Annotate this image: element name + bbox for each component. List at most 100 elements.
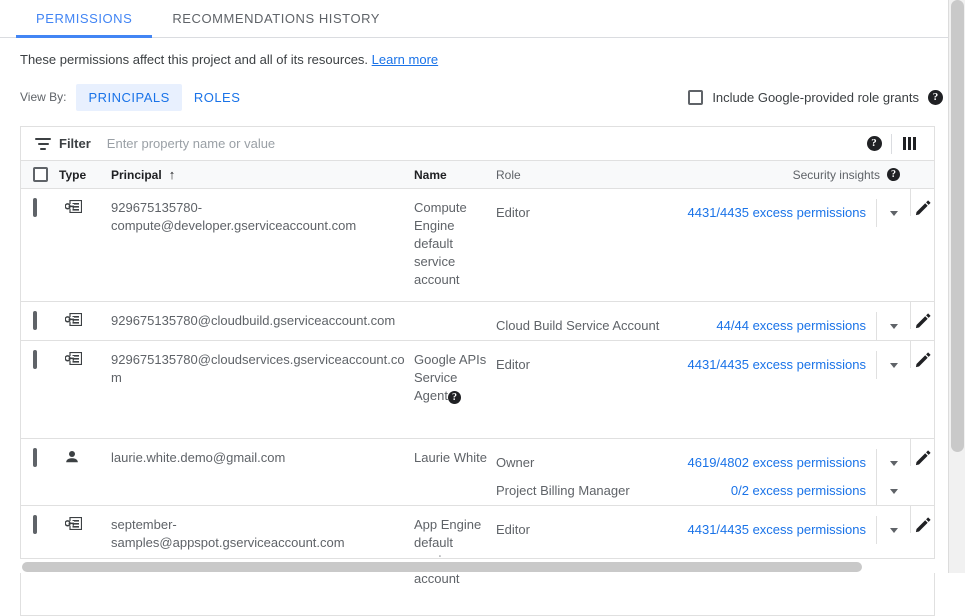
help-icon[interactable]: ? bbox=[448, 391, 461, 404]
learn-more-link[interactable]: Learn more bbox=[372, 52, 438, 67]
vertical-scrollbar[interactable] bbox=[948, 0, 965, 573]
insight-dropdown-button[interactable] bbox=[876, 516, 910, 544]
table-row[interactable]: 929675135780@cloudservices.gserviceaccou… bbox=[21, 341, 934, 439]
insight-dropdown-button[interactable] bbox=[876, 449, 910, 477]
row-select-checkbox[interactable] bbox=[33, 515, 37, 534]
edit-button[interactable] bbox=[910, 506, 934, 533]
row-principal-cell: 929675135780-compute@developer.gservicea… bbox=[111, 189, 414, 245]
select-all-checkbox[interactable] bbox=[33, 167, 48, 182]
edit-button[interactable] bbox=[910, 341, 934, 368]
row-select-cell bbox=[21, 506, 59, 544]
horizontal-scrollbar[interactable] bbox=[20, 559, 948, 573]
filter-label: Filter bbox=[59, 136, 91, 151]
column-header-name-label: Name bbox=[414, 168, 447, 182]
row-actions-cell bbox=[910, 439, 934, 466]
excess-permissions-link[interactable]: 4431/4435 excess permissions bbox=[688, 204, 867, 222]
edit-button[interactable] bbox=[910, 189, 934, 216]
table-row[interactable]: laurie.white.demo@gmail.comLaurie WhiteO… bbox=[21, 439, 934, 506]
edit-pencil-icon[interactable] bbox=[915, 450, 931, 466]
help-icon[interactable]: ? bbox=[887, 168, 900, 181]
row-actions-cell bbox=[910, 341, 934, 368]
row-security-insights-cell: 44/44 excess permissions bbox=[678, 302, 910, 340]
insight-dropdown-button[interactable] bbox=[876, 351, 910, 379]
service-account-key-icon bbox=[65, 517, 82, 530]
filter-bar: Filter ? bbox=[21, 127, 934, 161]
table-header-row: Type Principal ↑ Name Role Security insi… bbox=[21, 161, 934, 189]
role-entry: Cloud Build Service Account bbox=[496, 312, 678, 340]
row-security-insights-cell: 4619/4802 excess permissions 0/2 excess p… bbox=[678, 439, 910, 505]
table-row[interactable]: 929675135780-compute@developer.gservicea… bbox=[21, 189, 934, 302]
chevron-down-icon bbox=[890, 489, 898, 494]
row-name-cell: Laurie White bbox=[414, 439, 496, 477]
tab-permissions-label: PERMISSIONS bbox=[36, 11, 132, 26]
role-label: Project Billing Manager bbox=[496, 482, 630, 500]
row-name-cell: Google APIs Service Agent? bbox=[414, 341, 496, 415]
help-icon[interactable]: ? bbox=[928, 90, 943, 105]
view-by-label: View By: bbox=[20, 90, 66, 104]
person-icon bbox=[65, 450, 79, 464]
role-entry: Editor bbox=[496, 199, 678, 227]
row-role-cell: Editor bbox=[496, 189, 678, 227]
view-by-roles[interactable]: ROLES bbox=[182, 84, 253, 111]
row-select-checkbox[interactable] bbox=[33, 448, 37, 467]
vertical-scrollbar-thumb[interactable] bbox=[951, 0, 964, 452]
column-header-type-label: Type bbox=[59, 168, 86, 182]
column-header-security-insights[interactable]: Security insights ? bbox=[678, 168, 910, 182]
chevron-down-icon bbox=[890, 461, 898, 466]
row-security-insights-cell: 4431/4435 excess permissions bbox=[678, 506, 910, 544]
edit-button[interactable] bbox=[910, 439, 934, 466]
edit-pencil-icon[interactable] bbox=[915, 517, 931, 533]
row-select-cell bbox=[21, 189, 59, 227]
security-insight-entry: 0/2 excess permissions bbox=[678, 477, 910, 505]
filter-input[interactable] bbox=[105, 135, 857, 152]
insight-dropdown-button[interactable] bbox=[876, 477, 910, 505]
row-select-cell bbox=[21, 302, 59, 340]
row-security-insights-cell: 4431/4435 excess permissions bbox=[678, 189, 910, 227]
column-header-role-label: Role bbox=[496, 168, 521, 182]
filter-help-button[interactable]: ? bbox=[857, 127, 891, 161]
include-google-grants-label: Include Google-provided role grants bbox=[712, 90, 919, 105]
insight-dropdown-button[interactable] bbox=[876, 312, 910, 340]
row-select-checkbox[interactable] bbox=[33, 198, 37, 217]
columns-icon bbox=[903, 137, 916, 150]
help-icon: ? bbox=[867, 136, 882, 151]
edit-pencil-icon[interactable] bbox=[915, 352, 931, 368]
row-type-cell bbox=[59, 506, 111, 540]
edit-button[interactable] bbox=[910, 302, 934, 329]
row-select-checkbox[interactable] bbox=[33, 350, 37, 369]
excess-permissions-link[interactable]: 44/44 excess permissions bbox=[716, 317, 866, 335]
include-google-grants-checkbox[interactable] bbox=[688, 90, 703, 105]
excess-permissions-link[interactable]: 4619/4802 excess permissions bbox=[688, 454, 867, 472]
column-header-role[interactable]: Role bbox=[496, 168, 678, 182]
sort-ascending-icon: ↑ bbox=[169, 168, 176, 181]
role-entry: Owner bbox=[496, 449, 678, 477]
insight-dropdown-button[interactable] bbox=[876, 199, 910, 227]
role-label: Editor bbox=[496, 356, 530, 374]
chevron-down-icon bbox=[890, 324, 898, 329]
row-select-checkbox[interactable] bbox=[33, 311, 37, 330]
edit-pencil-icon[interactable] bbox=[915, 313, 931, 329]
filter-icon[interactable] bbox=[35, 138, 51, 150]
row-principal-cell: 929675135780@cloudservices.gserviceaccou… bbox=[111, 341, 414, 397]
excess-permissions-link[interactable]: 4431/4435 excess permissions bbox=[688, 356, 867, 374]
row-role-cell: Editor bbox=[496, 341, 678, 379]
row-type-cell bbox=[59, 189, 111, 223]
row-select-cell bbox=[21, 341, 59, 379]
tab-recommendations-history[interactable]: RECOMMENDATIONS HISTORY bbox=[152, 0, 400, 37]
row-select-cell bbox=[21, 439, 59, 477]
excess-permissions-link[interactable]: 0/2 excess permissions bbox=[731, 482, 866, 500]
column-header-principal[interactable]: Principal ↑ bbox=[111, 168, 414, 182]
row-principal-cell: 929675135780@cloudbuild.gserviceaccount.… bbox=[111, 302, 414, 340]
row-actions-cell bbox=[910, 302, 934, 329]
row-name-cell: App Engine default service account bbox=[414, 506, 496, 598]
security-insight-entry: 4619/4802 excess permissions bbox=[678, 449, 910, 477]
tab-permissions[interactable]: PERMISSIONS bbox=[16, 0, 152, 37]
view-by-principals[interactable]: PRINCIPALS bbox=[76, 84, 181, 111]
column-display-options-button[interactable] bbox=[892, 127, 926, 161]
edit-pencil-icon[interactable] bbox=[915, 200, 931, 216]
column-header-name[interactable]: Name bbox=[414, 168, 496, 182]
column-header-type[interactable]: Type bbox=[59, 168, 111, 182]
table-row[interactable]: 929675135780@cloudbuild.gserviceaccount.… bbox=[21, 302, 934, 341]
excess-permissions-link[interactable]: 4431/4435 excess permissions bbox=[688, 521, 867, 539]
horizontal-scrollbar-thumb[interactable] bbox=[22, 562, 862, 572]
